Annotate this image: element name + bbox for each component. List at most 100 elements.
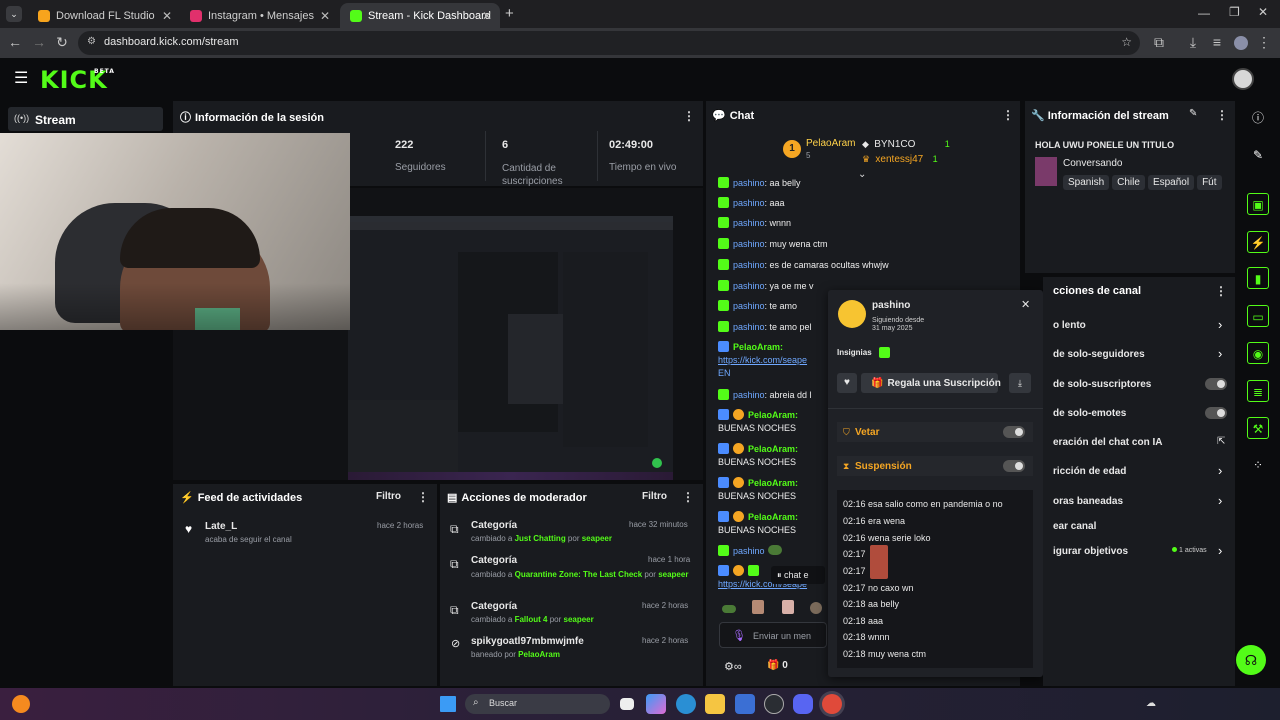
gift-sub-button[interactable]: 🎁 Regala una Suscripción bbox=[861, 373, 1001, 393]
stat-label: Seguidores bbox=[395, 162, 446, 173]
info-rail-icon[interactable]: ⓘ bbox=[1247, 107, 1269, 129]
reading-list-icon[interactable]: ≡ bbox=[1208, 34, 1226, 50]
kick-logo[interactable]: KICK BETA bbox=[40, 66, 114, 94]
capture-rail-icon[interactable]: ▣ bbox=[1247, 193, 1269, 215]
channel-action-goals[interactable]: igurar objetivos 1 activas › bbox=[1043, 543, 1235, 560]
modaction-title: Categoría bbox=[471, 601, 518, 612]
url-field[interactable]: ⚙ dashboard.kick.com/stream ☆ bbox=[78, 31, 1140, 55]
chat-settings-icon[interactable]: ⚙∞ bbox=[724, 660, 742, 673]
taskbar-widget-icon[interactable] bbox=[12, 695, 30, 713]
emote-icon[interactable] bbox=[810, 602, 822, 614]
file-explorer-icon[interactable] bbox=[705, 694, 725, 714]
mic-icon[interactable]: 🎙 bbox=[732, 629, 746, 642]
download-icon[interactable]: ⤓ bbox=[1184, 34, 1202, 51]
tray-cloud-icon[interactable]: ☁ bbox=[1146, 698, 1156, 709]
document-rail-icon[interactable]: ▮ bbox=[1247, 267, 1269, 289]
chat-message: pashino: aa belly bbox=[718, 177, 801, 188]
channel-action-ai-moderation[interactable]: eración del chat con IA ⇱ bbox=[1043, 435, 1235, 451]
activity-user[interactable]: Late_L bbox=[205, 521, 237, 532]
forward-icon[interactable]: → bbox=[30, 34, 48, 50]
top-gifter-2[interactable]: ◆ BYN1CO 1 bbox=[862, 136, 950, 150]
channel-action-raid[interactable]: ear canal bbox=[1043, 519, 1235, 535]
channel-action-emotes: de solo-emotes bbox=[1043, 406, 1235, 422]
chat-input[interactable]: 🎙 Enviar un men bbox=[719, 622, 827, 648]
maximize-icon[interactable]: ❐ bbox=[1229, 5, 1240, 19]
category-thumbnail bbox=[1035, 157, 1057, 186]
top-gifter-3[interactable]: ♛ xentessj47 1 bbox=[862, 151, 938, 165]
pinned-toggle-icon[interactable]: ⌄ bbox=[858, 169, 866, 180]
tab-fl-studio[interactable]: Download FL Studio ✕ bbox=[28, 3, 180, 28]
emote-icon[interactable] bbox=[752, 600, 764, 614]
top-gifter-1[interactable]: 1 PelaoAram 5 bbox=[783, 138, 855, 164]
list-rail-icon[interactable]: ≣ bbox=[1247, 380, 1269, 402]
channel-points[interactable]: 🎁 0 bbox=[767, 660, 788, 671]
modactions-filter-button[interactable]: Filtro bbox=[642, 491, 667, 502]
close-tab-icon[interactable]: ✕ bbox=[162, 9, 172, 23]
browser-menu-icon[interactable]: ⋮ bbox=[1255, 34, 1273, 51]
modactions-kebab-icon[interactable]: ⋮ bbox=[682, 490, 694, 504]
subscribers-only-toggle[interactable] bbox=[1205, 378, 1227, 390]
site-info-icon[interactable]: ⚙ bbox=[87, 36, 96, 47]
user-options-button[interactable]: ⤓ bbox=[1009, 373, 1031, 393]
edit-icon[interactable]: ✎ bbox=[1189, 108, 1197, 119]
user-card-name[interactable]: pashino bbox=[872, 300, 910, 311]
tab-search-chevron-icon[interactable]: ⌄ bbox=[6, 6, 22, 22]
vetar-toggle[interactable] bbox=[1003, 426, 1025, 438]
taskview-icon[interactable] bbox=[620, 698, 634, 710]
emotes-only-toggle[interactable] bbox=[1205, 407, 1227, 419]
channel-action-followers[interactable]: de solo-seguidores › bbox=[1043, 346, 1235, 363]
streaminfo-kebab-icon[interactable]: ⋮ bbox=[1216, 108, 1228, 122]
suspension-toggle[interactable] bbox=[1003, 460, 1025, 472]
bookmark-star-icon[interactable]: ☆ bbox=[1121, 35, 1132, 49]
emote-icon[interactable] bbox=[722, 605, 736, 613]
reload-icon[interactable]: ↻ bbox=[53, 34, 71, 51]
hamburger-menu-icon[interactable]: ☰ bbox=[14, 68, 28, 88]
following-label: Siguiendo desde bbox=[872, 317, 925, 324]
new-tab-icon[interactable]: + bbox=[505, 5, 514, 22]
extensions-icon[interactable]: ⧉ bbox=[1150, 34, 1168, 51]
channel-action-age-restriction[interactable]: ricción de edad › bbox=[1043, 463, 1235, 480]
copilot-icon[interactable] bbox=[646, 694, 666, 714]
chat-kebab-icon[interactable]: ⋮ bbox=[1002, 108, 1014, 122]
back-icon[interactable]: ← bbox=[6, 34, 24, 50]
activity-filter-button[interactable]: Filtro bbox=[376, 491, 401, 502]
category-icon: ⧉ bbox=[450, 557, 459, 571]
minimize-icon[interactable]: — bbox=[1198, 6, 1210, 20]
category-name[interactable]: Conversando bbox=[1063, 158, 1122, 169]
broadcast-rail-icon[interactable]: ◉ bbox=[1247, 342, 1269, 364]
edit-rail-icon[interactable]: ✎ bbox=[1247, 144, 1269, 166]
sidebar-item-stream[interactable]: ((•)) Stream bbox=[8, 107, 163, 131]
taskbar-search[interactable]: ⌕ Buscar bbox=[465, 694, 610, 714]
channel-action-slow[interactable]: o lento › bbox=[1043, 317, 1235, 334]
session-kebab-icon[interactable]: ⋮ bbox=[683, 109, 695, 123]
close-window-icon[interactable]: ✕ bbox=[1258, 5, 1268, 19]
tab-kick-dashboard[interactable]: Stream - Kick Dashboard ✕ bbox=[340, 3, 500, 28]
bolt-rail-icon[interactable]: ⚡ bbox=[1247, 231, 1269, 253]
close-icon[interactable]: ✕ bbox=[1021, 298, 1030, 311]
steam-icon[interactable] bbox=[764, 694, 784, 714]
chat-message: pashino bbox=[718, 545, 782, 556]
close-tab-icon[interactable]: ✕ bbox=[320, 9, 330, 23]
user-avatar[interactable] bbox=[1232, 68, 1254, 90]
profile-avatar[interactable] bbox=[1234, 36, 1248, 50]
chat-rail-icon[interactable]: ▭ bbox=[1247, 305, 1269, 327]
channelactions-kebab-icon[interactable]: ⋮ bbox=[1215, 284, 1227, 298]
start-icon[interactable] bbox=[440, 696, 456, 712]
store-icon[interactable] bbox=[735, 694, 755, 714]
tab-instagram[interactable]: Instagram • Mensajes ✕ bbox=[180, 3, 338, 28]
activity-kebab-icon[interactable]: ⋮ bbox=[417, 490, 429, 504]
history-line: 02:16 wena serie loko bbox=[843, 533, 931, 543]
apps-rail-icon[interactable]: ⁘ bbox=[1247, 454, 1269, 476]
chat-link[interactable]: https://kick.com/seape bbox=[718, 355, 807, 365]
discord-icon[interactable] bbox=[793, 694, 813, 714]
user-avatar bbox=[838, 300, 866, 328]
chat-paused-banner[interactable]: ⏸ chat e bbox=[771, 566, 825, 584]
chrome-icon[interactable] bbox=[822, 694, 842, 714]
emote-icon[interactable] bbox=[782, 600, 794, 614]
follow-heart-button[interactable]: ♥ bbox=[837, 373, 857, 393]
edge-icon[interactable] bbox=[676, 694, 696, 714]
support-chat-icon[interactable]: ☊ bbox=[1236, 645, 1266, 675]
wrench-rail-icon[interactable]: ⚒ bbox=[1247, 417, 1269, 439]
channel-action-banned-words[interactable]: oras baneadas › bbox=[1043, 493, 1235, 510]
close-tab-icon[interactable]: ✕ bbox=[482, 9, 492, 23]
